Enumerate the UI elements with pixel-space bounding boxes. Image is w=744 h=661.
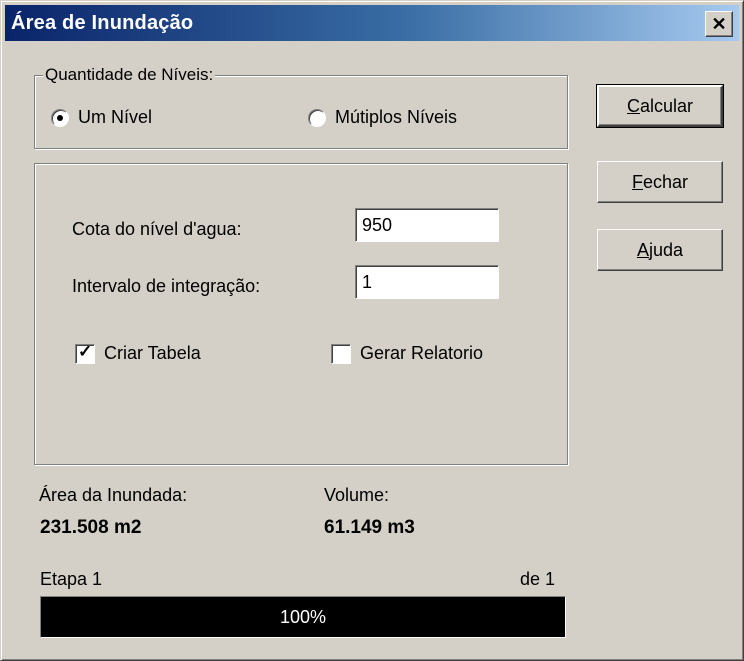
area-label: Área da Inundada: — [39, 485, 188, 505]
create-table-checkbox[interactable]: ✓ — [75, 341, 95, 364]
radio-dot-icon — [57, 114, 63, 121]
calculate-button[interactable]: Calcular — [596, 84, 724, 128]
progress-bar: 100% — [40, 596, 566, 638]
interval-label: Intervalo de integração: — [72, 276, 261, 296]
close-dialog-button[interactable]: Fechar — [597, 161, 723, 203]
radio-button[interactable] — [51, 108, 69, 127]
create-table-label: Criar Tabela — [104, 343, 201, 363]
report-label: Gerar Relatorio — [360, 343, 484, 363]
volume-value: 61.149 m3 — [324, 517, 415, 538]
help-label-rest: juda — [648, 239, 684, 260]
title-bar[interactable]: Área de Inundação ✕ — [5, 5, 739, 41]
volume-label: Volume: — [324, 485, 390, 505]
close-icon: ✕ — [711, 14, 727, 34]
close-mnemonic: F — [631, 171, 643, 192]
progress-percent: 100% — [279, 606, 327, 627]
help-button[interactable]: Ajuda — [597, 229, 723, 271]
report-checkbox-row[interactable]: Gerar Relatorio — [331, 343, 483, 364]
radio-button[interactable] — [308, 108, 326, 127]
dialog-window: Área de Inundação ✕ Quantidade de Níveis… — [0, 0, 744, 661]
close-button[interactable]: ✕ — [705, 11, 733, 37]
checkmark-icon: ✓ — [78, 341, 93, 361]
radio-label: Um Nível — [78, 107, 153, 127]
calculate-mnemonic: C — [626, 95, 640, 116]
water-level-label: Cota do nível d'agua: — [72, 219, 242, 239]
window-title: Área de Inundação — [11, 12, 194, 34]
help-mnemonic: A — [636, 239, 649, 260]
report-checkbox[interactable] — [331, 343, 351, 364]
radio-single-level[interactable]: Um Nível — [51, 107, 152, 128]
radio-multiple-levels[interactable]: Mútiplos Níveis — [308, 107, 457, 128]
create-table-checkbox-row[interactable]: ✓ Criar Tabela — [75, 341, 201, 364]
radio-label: Mútiplos Níveis — [335, 107, 458, 127]
water-level-input[interactable] — [355, 208, 499, 242]
levels-legend: Quantidade de Níveis: — [43, 65, 216, 85]
close-label-rest: echar — [642, 171, 689, 192]
interval-input[interactable] — [355, 265, 499, 299]
step-label: Etapa 1 — [40, 569, 103, 589]
calculate-label-rest: alcular — [639, 95, 694, 116]
step-total-label: de 1 — [520, 569, 556, 589]
area-value: 231.508 m2 — [40, 517, 142, 538]
